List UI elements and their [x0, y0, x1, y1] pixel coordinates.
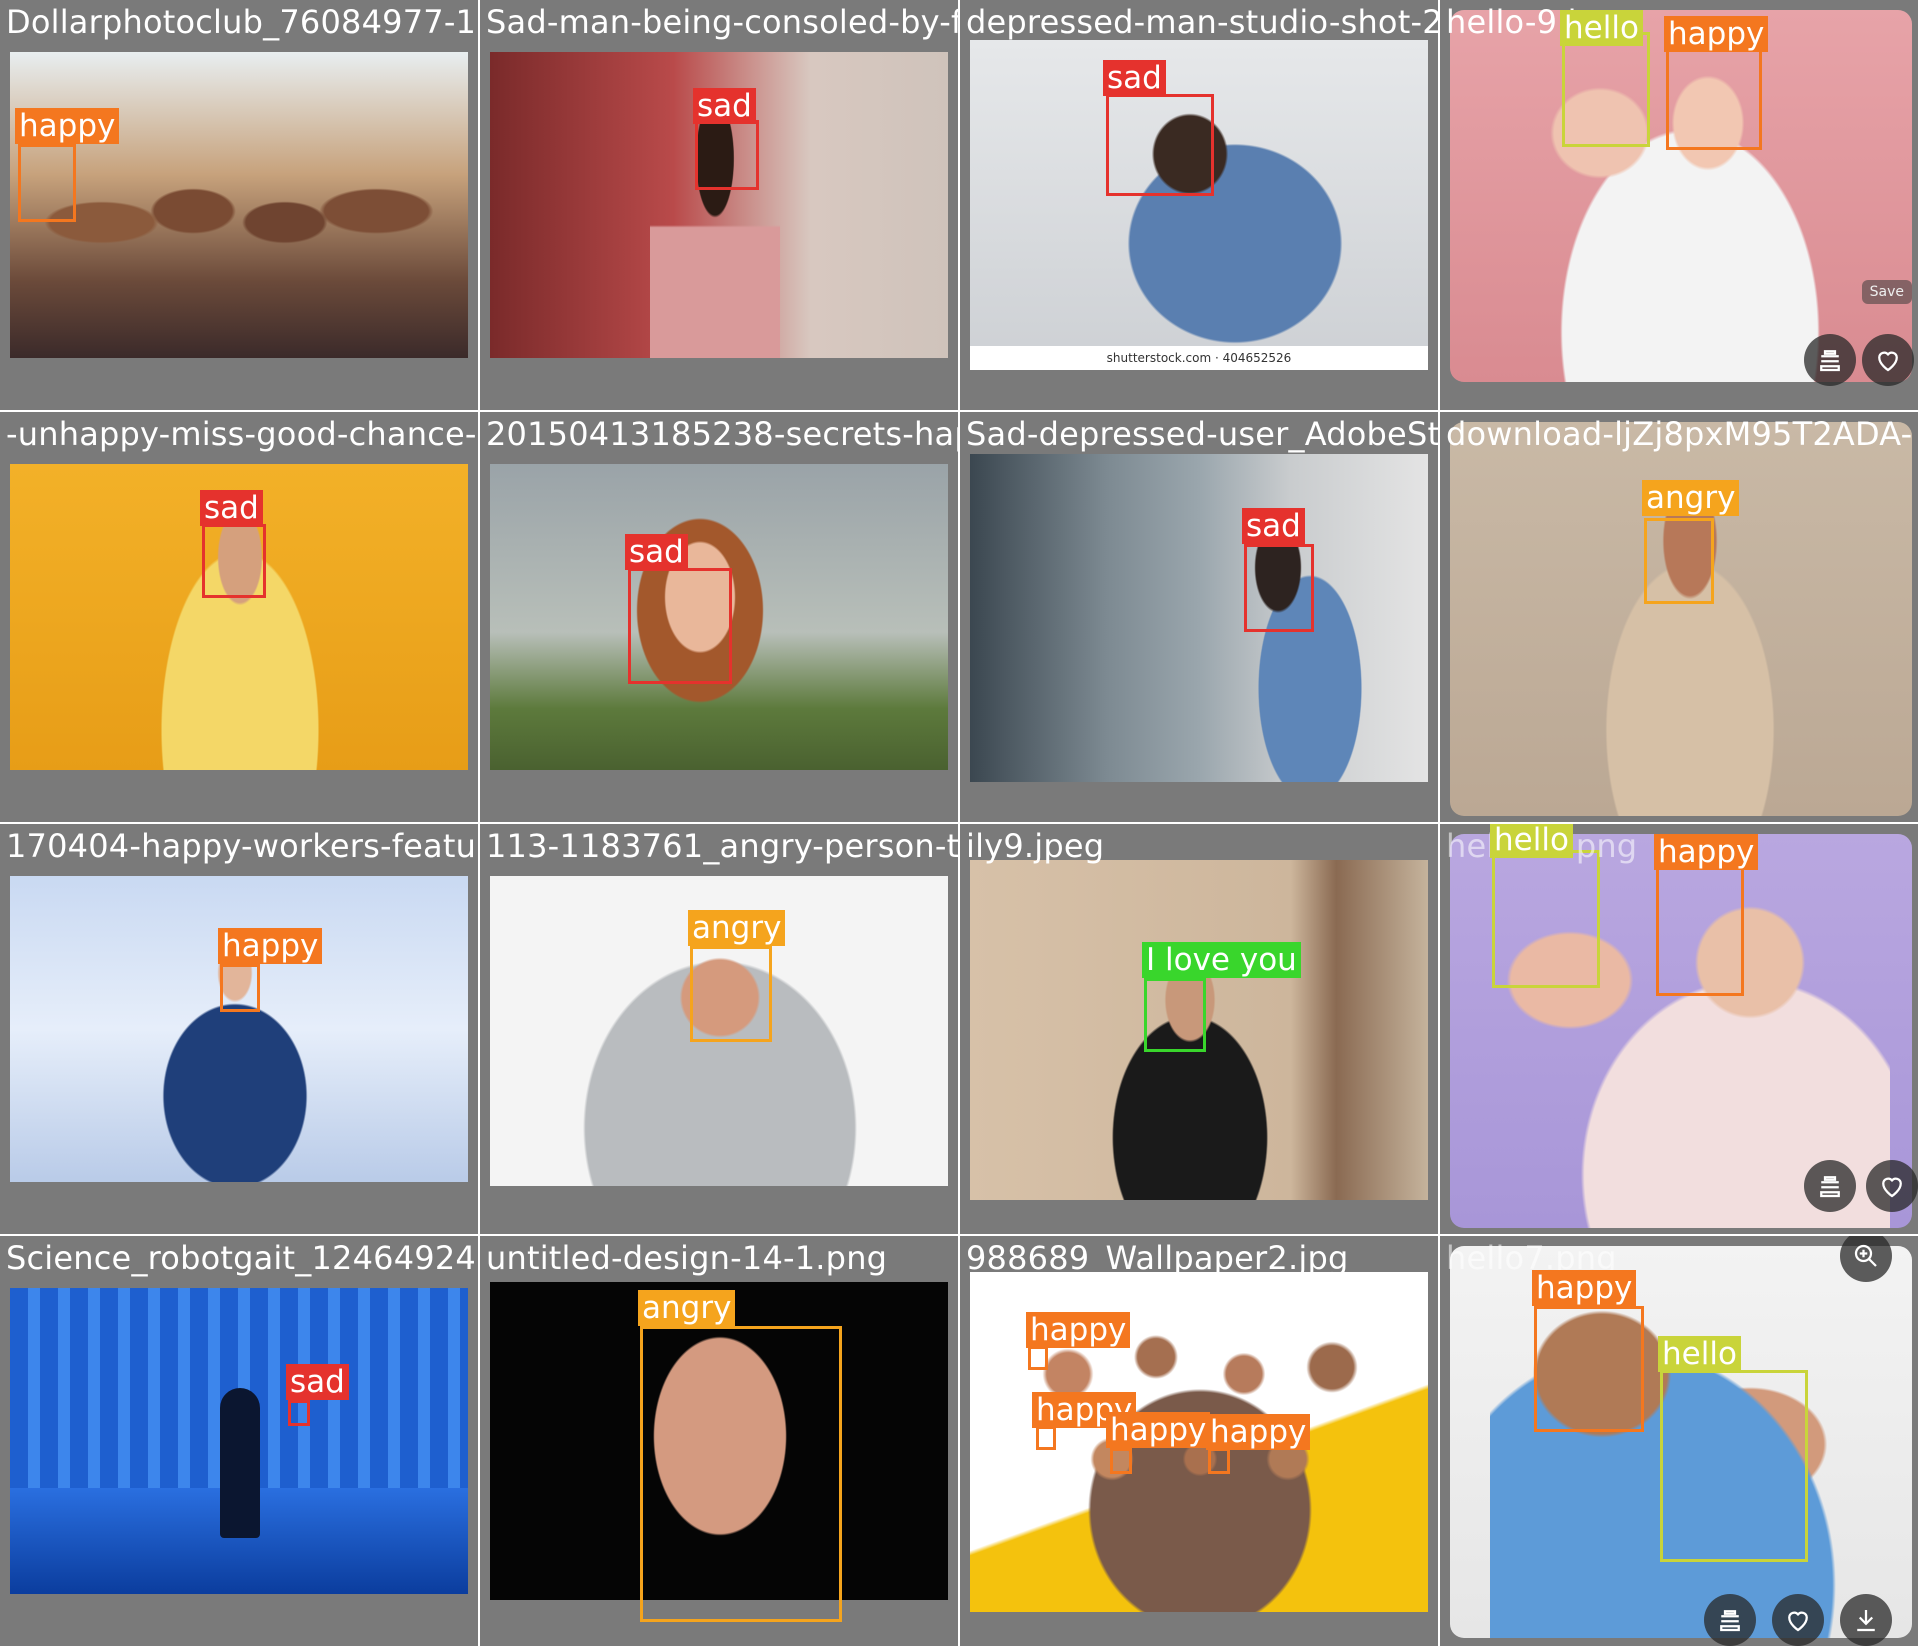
watermark: shutterstock.com · 404652526: [970, 346, 1428, 370]
detection-label: hello: [1658, 1336, 1741, 1372]
image-filename: Sad-depressed-user_AdobeStock_119: [966, 415, 1440, 453]
detection-label: hello: [1490, 824, 1573, 858]
result-tile[interactable]: hello happy hello10.png: [1440, 824, 1920, 1236]
detection-label: happy: [1664, 16, 1769, 52]
result-image: [10, 1288, 468, 1594]
image-filename: untitled-design-14-1.png: [486, 1239, 888, 1277]
detection-box-sad: [1106, 94, 1214, 196]
detection-label: happy: [1654, 834, 1759, 870]
result-image: shutterstock.com · 404652526: [970, 40, 1428, 370]
detection-box-happy: [1534, 1306, 1644, 1432]
image-filename: Dollarphotoclub_76084977-1.jpg: [6, 3, 480, 41]
result-image: [10, 52, 468, 358]
detection-label: happy: [1026, 1312, 1131, 1348]
result-tile[interactable]: happy happy happy happy 988689_Wallpaper…: [960, 1236, 1440, 1648]
detection-box-love: [1144, 978, 1206, 1052]
detection-label: happy: [15, 108, 120, 144]
image-filename: 170404-happy-workers-feature.jpg: [6, 827, 480, 865]
detection-box-sad: [202, 524, 266, 598]
result-tile[interactable]: hello happy Save hello-9.jpg: [1440, 0, 1920, 412]
result-tile[interactable]: sad 20150413185238-secrets-happy-entrepr…: [480, 412, 960, 824]
download-icon[interactable]: [1840, 1594, 1892, 1646]
detection-box-sad: [1244, 544, 1314, 632]
detection-box-sad: [288, 1400, 310, 1426]
detection-box-happy: [1110, 1448, 1132, 1474]
image-filename: ily9.jpeg: [966, 827, 1105, 865]
result-tile[interactable]: sad Sad-depressed-user_AdobeStock_119: [960, 412, 1440, 824]
stack-icon[interactable]: [1804, 334, 1856, 386]
result-tile[interactable]: angry download-ljZj8pxM95T2ADA-: [1440, 412, 1920, 824]
detection-label: I love you: [1142, 942, 1301, 978]
image-filename: depressed-man-studio-shot-260nw-404652: [966, 3, 1440, 41]
detection-label: happy: [1206, 1414, 1311, 1450]
detection-box-happy: [18, 144, 76, 222]
detection-label: sad: [286, 1364, 349, 1400]
detection-label: sad: [693, 88, 756, 124]
image-filename: 988689_Wallpaper2.jpg: [966, 1239, 1349, 1277]
detection-label: angry: [638, 1290, 736, 1326]
detection-label: angry: [688, 910, 786, 946]
image-filename: Sad-man-being-consoled-by-friends-in-gro…: [486, 3, 960, 41]
stack-icon[interactable]: [1704, 1594, 1756, 1646]
image-filename: -unhappy-miss-good-chance-dressed-casual: [6, 415, 480, 453]
detection-label: happy: [1106, 1412, 1211, 1448]
detection-label: sad: [625, 534, 688, 570]
result-tile[interactable]: shutterstock.com · 404652526 sad depress…: [960, 0, 1440, 412]
detection-box-happy: [1028, 1346, 1048, 1370]
detection-box-happy: [220, 964, 260, 1012]
heart-icon[interactable]: [1866, 1160, 1918, 1212]
result-image: [10, 876, 468, 1182]
detection-box-happy: [1208, 1448, 1230, 1474]
result-image: [970, 454, 1428, 782]
image-filename: 20150413185238-secrets-happy-entrepreneu…: [486, 415, 960, 453]
detection-box-hello: [1562, 32, 1650, 147]
result-tile[interactable]: happy Dollarphotoclub_76084977-1.jpg: [0, 0, 480, 412]
result-tile[interactable]: sad Sad-man-being-consoled-by-friends-in…: [480, 0, 960, 412]
heart-icon[interactable]: [1772, 1594, 1824, 1646]
detection-box-happy: [1656, 866, 1744, 996]
result-tile[interactable]: sad -unhappy-miss-good-chance-dressed-ca…: [0, 412, 480, 824]
detection-box-hello: [1660, 1370, 1808, 1562]
detection-box-hello: [1492, 850, 1600, 988]
detection-label: happy: [1532, 1270, 1637, 1306]
detection-box-happy: [1036, 1426, 1056, 1450]
result-tile[interactable]: angry untitled-design-14-1.png: [480, 1236, 960, 1648]
image-filename: Science_robotgait_124649246.jpg: [6, 1239, 480, 1277]
image-filename: 113-1183761_angry-person-transparent-ima: [486, 827, 960, 865]
heart-icon[interactable]: [1862, 334, 1914, 386]
detection-label: sad: [200, 490, 263, 526]
detection-box-angry: [640, 1326, 842, 1622]
result-tile[interactable]: happy hello hello7.png: [1440, 1236, 1920, 1648]
result-tile[interactable]: I love you ily9.jpeg: [960, 824, 1440, 1236]
detection-results-grid: happy Dollarphotoclub_76084977-1.jpg sad…: [0, 0, 1920, 1648]
detection-label: hello: [1560, 10, 1643, 46]
detection-box-happy: [1666, 48, 1762, 150]
detection-box-sad: [628, 568, 732, 684]
detection-label: sad: [1103, 60, 1166, 96]
detection-label: happy: [218, 928, 323, 964]
stack-icon[interactable]: [1804, 1160, 1856, 1212]
detection-label: angry: [1642, 480, 1740, 516]
detection-label: sad: [1242, 508, 1305, 544]
result-tile[interactable]: angry 113-1183761_angry-person-transpare…: [480, 824, 960, 1236]
detection-box-sad: [695, 120, 759, 190]
detection-box-angry: [1644, 518, 1714, 604]
detection-box-angry: [690, 946, 772, 1042]
save-button[interactable]: Save: [1861, 280, 1912, 304]
result-tile[interactable]: sad Science_robotgait_124649246.jpg: [0, 1236, 480, 1648]
result-tile[interactable]: happy 170404-happy-workers-feature.jpg: [0, 824, 480, 1236]
image-filename: download-ljZj8pxM95T2ADA-: [1446, 415, 1913, 453]
